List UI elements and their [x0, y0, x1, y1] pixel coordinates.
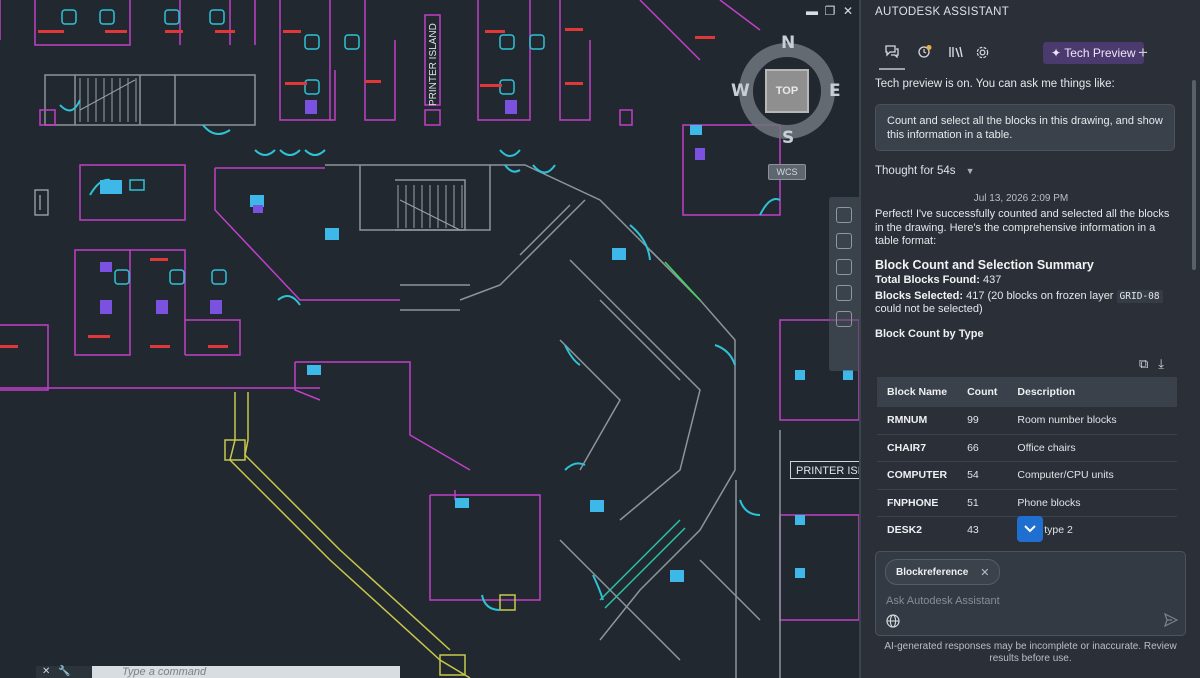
context-chip-label: Blockreference	[896, 566, 969, 578]
viewcube-top-face[interactable]: TOP	[765, 69, 809, 113]
table-actions: ⧉ ⤓	[1139, 356, 1164, 372]
total-blocks-line: Total Blocks Found: 437	[875, 274, 1002, 286]
send-icon[interactable]	[1163, 612, 1179, 630]
block-count-table: Block Name Count Description RMNUM 99 Ro…	[877, 377, 1177, 537]
chat-icon[interactable]	[879, 34, 905, 70]
printer-island-label: PRINTER ISL	[790, 461, 859, 479]
command-line: ✕ 🔧 Type a command	[36, 666, 400, 678]
thought-label: Thought for 54s	[875, 165, 956, 177]
zoom-extents-icon[interactable]	[836, 259, 852, 275]
assistant-toolbar: ✦ Tech Preview +	[861, 34, 1200, 70]
minimize-icon[interactable]: ▬	[806, 4, 818, 18]
block-description: Computer/CPU units	[1007, 461, 1177, 490]
close-icon[interactable]: ✕	[42, 666, 50, 678]
panel-scrollbar[interactable]	[1192, 80, 1196, 270]
context-chip[interactable]: Blockreference ✕	[885, 559, 1001, 585]
selected-blocks-line: Blocks Selected: 417 (20 blocks on froze…	[875, 289, 1179, 317]
drawing-canvas[interactable]: PRINTER ISLAND PRINTER ISL ▬ ❐ ✕ N S E W…	[0, 0, 859, 678]
command-line-icons: ✕ 🔧	[36, 666, 92, 678]
tech-preview-notice: Tech preview is on. You can ask me thing…	[875, 78, 1115, 90]
close-icon[interactable]: ✕	[980, 566, 989, 579]
response-heading: Block Count and Selection Summary	[875, 257, 1094, 272]
close-icon[interactable]: ✕	[842, 4, 854, 18]
block-description: Room number blocks	[1007, 407, 1177, 435]
table-header: Description	[1007, 377, 1177, 407]
scroll-to-bottom-button[interactable]	[1017, 516, 1043, 542]
prompt-input-area: Blockreference ✕	[875, 551, 1186, 636]
chevron-down-icon	[1024, 525, 1036, 533]
ask-input[interactable]	[884, 594, 1148, 608]
copy-icon[interactable]: ⧉	[1139, 356, 1148, 372]
compass-west[interactable]: W	[731, 81, 750, 101]
settings-icon[interactable]	[969, 34, 995, 70]
thought-toggle[interactable]: Thought for 54s ▼	[875, 165, 974, 177]
message-timestamp: Jul 13, 2026 2:09 PM	[973, 193, 1069, 204]
steering-wheel-icon[interactable]	[836, 207, 852, 223]
viewcube[interactable]: N S E W TOP WCS	[730, 30, 841, 180]
command-input[interactable]: Type a command	[92, 666, 400, 678]
block-description: Phone blocks	[1007, 489, 1177, 517]
tech-preview-button[interactable]: ✦ Tech Preview	[1043, 42, 1144, 64]
block-count: 66	[957, 434, 1008, 462]
pan-icon[interactable]	[836, 233, 852, 249]
history-icon[interactable]	[911, 34, 937, 70]
block-count: 54	[957, 461, 1008, 490]
download-icon[interactable]: ⤓	[1158, 356, 1164, 372]
table-row: COMPUTER 54 Computer/CPU units	[877, 461, 1177, 490]
block-count-subheading: Block Count by Type	[875, 327, 984, 340]
globe-icon[interactable]	[886, 614, 900, 631]
block-count: 99	[957, 407, 1008, 435]
assistant-response: Perfect! I've successfully counted and s…	[875, 208, 1179, 341]
block-name: CHAIR7	[877, 434, 958, 462]
showmotion-icon[interactable]	[836, 311, 852, 327]
chevron-down-icon: ▼	[965, 166, 975, 176]
tech-preview-label: Tech Preview	[1064, 46, 1136, 60]
compass-east[interactable]: E	[829, 81, 841, 101]
table-header: Count	[957, 377, 1008, 407]
table-row: FNPHONE 51 Phone blocks	[877, 489, 1177, 517]
restore-icon[interactable]: ❐	[824, 4, 836, 18]
response-intro: Perfect! I've successfully counted and s…	[875, 208, 1170, 247]
table-row: CHAIR7 66 Office chairs	[877, 434, 1177, 462]
sparkle-icon: ✦	[1051, 46, 1062, 60]
table-header-row: Block Name Count Description	[877, 377, 1177, 407]
wrench-icon[interactable]: 🔧	[58, 666, 70, 678]
block-name: RMNUM	[877, 407, 958, 435]
new-chat-button[interactable]: +	[1138, 42, 1148, 64]
compass-south[interactable]: S	[782, 128, 794, 148]
compass-north[interactable]: N	[781, 33, 795, 53]
printer-island-vertical-label: PRINTER ISLAND	[428, 23, 439, 106]
table-row: RMNUM 99 Room number blocks	[877, 407, 1177, 435]
assistant-panel: AUTODESK ASSISTANT ✦ Tech Preview + Tech…	[859, 0, 1200, 678]
layer-code: GRID-08	[1116, 289, 1163, 303]
block-description: Office chairs	[1007, 434, 1177, 462]
block-count: 43	[957, 516, 1008, 537]
block-table-wrapper[interactable]: Block Name Count Description RMNUM 99 Ro…	[861, 377, 1200, 537]
table-header: Block Name	[877, 377, 958, 407]
suggested-prompt[interactable]: Count and select all the blocks in this …	[875, 104, 1175, 151]
navigation-bar	[829, 197, 859, 371]
block-name: DESK2	[877, 516, 958, 537]
block-name: COMPUTER	[877, 461, 958, 490]
ai-disclaimer: AI-generated responses may be incomplete…	[884, 641, 1177, 664]
wcs-menu[interactable]: WCS	[768, 164, 806, 180]
panel-title: AUTODESK ASSISTANT	[875, 6, 1010, 18]
block-count: 51	[957, 489, 1008, 517]
block-name: FNPHONE	[877, 489, 958, 517]
viewport-window-controls: ▬ ❐ ✕	[806, 4, 854, 18]
orbit-icon[interactable]	[836, 285, 852, 301]
library-icon[interactable]	[943, 34, 969, 70]
